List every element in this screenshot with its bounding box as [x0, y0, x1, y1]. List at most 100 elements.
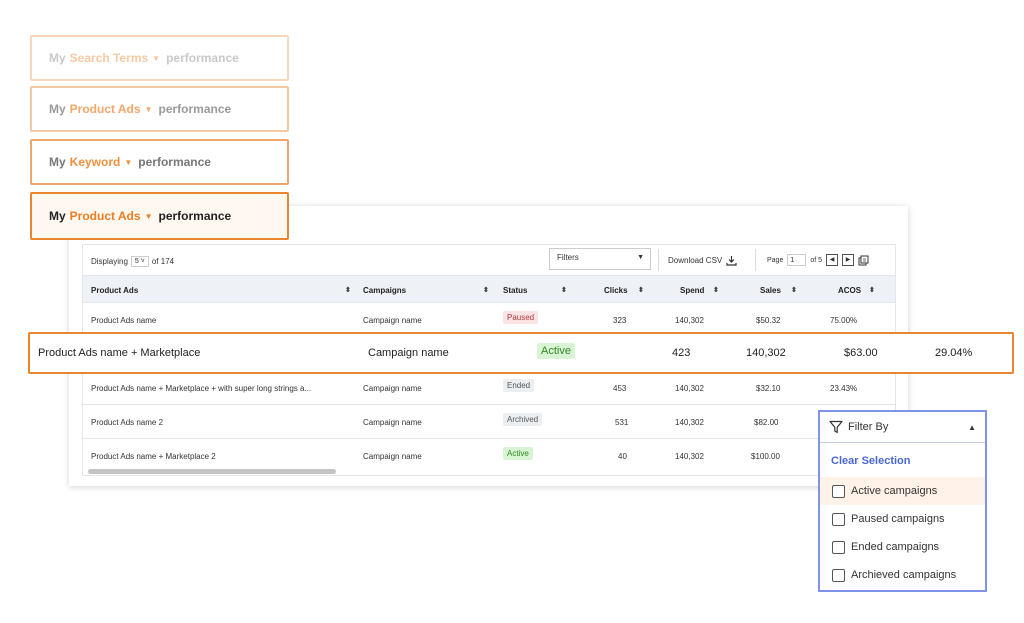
acos-value: 29.04%	[935, 347, 973, 359]
table-header: Product Ads ⬍ Campaigns ⬍ Status ⬍ Click…	[83, 275, 895, 303]
product-ad-name: Product Ads name 2	[91, 418, 164, 427]
filter-by-header[interactable]: Filter By ▲	[820, 412, 985, 443]
product-ad-name: Product Ads name + Marketplace 2	[91, 452, 216, 461]
filter-option-label: Active campaigns	[851, 485, 938, 497]
filter-option-paused[interactable]: Paused campaigns	[820, 505, 985, 533]
page-input[interactable]: 1	[787, 254, 807, 266]
spend-value: 140,302	[675, 418, 704, 427]
clear-selection-link[interactable]: Clear Selection	[820, 443, 985, 477]
table-row[interactable]: Product Ads name + Marketplace + with su…	[83, 371, 895, 405]
campaign-name: Campaign name	[363, 418, 422, 427]
highlighted-table-row[interactable]: Product Ads name + Marketplace Campaign …	[28, 332, 1014, 374]
sales-value: $32.10	[756, 384, 781, 393]
selector-type: Search Terms	[69, 51, 149, 65]
column-header-clicks[interactable]: Clicks	[604, 286, 628, 295]
horizontal-scrollbar[interactable]	[88, 469, 336, 474]
spend-value: 140,302	[675, 384, 704, 393]
filters-label: Filters	[557, 253, 579, 262]
chevron-down-icon: ▼	[152, 53, 161, 63]
performance-selector-product-ads[interactable]: My Product Ads ▼ performance	[30, 86, 289, 132]
campaign-name: Campaign name	[363, 316, 422, 325]
performance-selector-keyword[interactable]: My Keyword ▼ performance	[30, 139, 289, 185]
chevron-down-icon: ▼	[144, 211, 153, 221]
column-header-acos[interactable]: ACOS	[838, 286, 861, 295]
filter-option-label: Ended campaigns	[851, 541, 940, 553]
chevron-down-icon: ▼	[144, 104, 153, 114]
pagination: Page 1 of 5 ◀ ▶	[767, 254, 869, 266]
acos-value: 23.43%	[830, 384, 858, 393]
checkbox[interactable]	[832, 540, 845, 554]
divider	[755, 249, 756, 271]
status-badge: Active	[503, 447, 533, 460]
sort-icon[interactable]: ⬍	[483, 286, 489, 294]
selector-suffix: performance	[166, 51, 239, 65]
download-icon	[726, 256, 737, 266]
sort-icon[interactable]: ⬍	[638, 286, 644, 294]
sales-value: $82.00	[754, 418, 779, 427]
status-badge: Ended	[503, 379, 535, 392]
clicks-value: 453	[613, 384, 627, 393]
download-csv-button[interactable]: Download CSV	[668, 255, 737, 266]
sort-icon[interactable]: ⬍	[561, 286, 567, 294]
column-header-status[interactable]: Status	[503, 286, 527, 295]
clicks-value: 423	[672, 347, 691, 359]
clicks-value: 531	[615, 418, 629, 427]
sales-value: $63.00	[844, 347, 878, 359]
sales-value: $50.32	[756, 316, 781, 325]
selector-type: Product Ads	[69, 102, 141, 116]
selector-prefix: My	[49, 209, 66, 223]
total-count: of 174	[151, 257, 175, 266]
sort-icon[interactable]: ⬍	[713, 286, 719, 294]
spend-value: 140,302	[675, 452, 704, 461]
filter-option-archived[interactable]: Archieved campaigns	[820, 561, 985, 589]
page-count: of 5	[810, 256, 823, 264]
per-page-select[interactable]: 5 ˅	[130, 256, 149, 267]
selector-prefix: My	[49, 102, 66, 116]
product-ad-name: Product Ads name + Marketplace + with su…	[91, 384, 312, 393]
checkbox[interactable]	[832, 568, 845, 582]
spend-value: 140,302	[746, 347, 786, 359]
selector-suffix: performance	[158, 102, 232, 116]
checkbox[interactable]	[832, 484, 845, 498]
filter-option-label: Paused campaigns	[851, 513, 945, 525]
clicks-value: 40	[618, 452, 627, 461]
performance-selector-search-terms[interactable]: My Search Terms ▼ performance	[30, 35, 289, 81]
filter-option-label: Archieved campaigns	[851, 569, 957, 581]
next-page-button[interactable]: ▶	[842, 254, 855, 266]
sort-icon[interactable]: ⬍	[869, 286, 875, 294]
prev-page-button[interactable]: ◀	[826, 254, 839, 266]
selector-type: Product Ads	[69, 209, 141, 223]
product-ad-name: Product Ads name	[91, 316, 157, 325]
status-badge: Active	[537, 343, 575, 359]
column-header-campaigns[interactable]: Campaigns	[363, 286, 406, 295]
filter-option-ended[interactable]: Ended campaigns	[820, 533, 985, 561]
table-row[interactable]: Product Ads name 2 Campaign name Archive…	[83, 405, 895, 439]
table-row[interactable]: Product Ads name + Marketplace 2 Campaig…	[83, 439, 895, 473]
divider	[658, 249, 659, 271]
displaying-label: Displaying	[91, 257, 128, 266]
caret-up-icon: ▲	[968, 423, 976, 432]
campaign-name: Campaign name	[368, 347, 449, 359]
clicks-value: 323	[613, 316, 627, 325]
selector-suffix: performance	[158, 209, 232, 223]
filter-by-popup: Filter By ▲ Clear Selection Active campa…	[818, 410, 987, 592]
status-badge: Archived	[503, 413, 543, 426]
sort-icon[interactable]: ⬍	[791, 286, 797, 294]
spend-value: 140,302	[675, 316, 704, 325]
status-badge: Paused	[503, 311, 539, 324]
page-label: Page	[767, 256, 784, 264]
column-header-sales[interactable]: Sales	[760, 286, 781, 295]
sort-icon[interactable]: ⬍	[345, 286, 351, 294]
product-ad-name: Product Ads name + Marketplace	[38, 347, 201, 359]
checkbox[interactable]	[832, 512, 845, 526]
column-header-product-ads[interactable]: Product Ads	[91, 286, 138, 295]
filter-icon	[829, 420, 843, 434]
campaign-name: Campaign name	[363, 384, 422, 393]
column-header-spend[interactable]: Spend	[680, 286, 704, 295]
columns-settings-icon[interactable]	[858, 255, 869, 266]
performance-selector-product-ads-active[interactable]: My Product Ads ▼ performance	[30, 192, 289, 240]
filter-option-active[interactable]: Active campaigns	[820, 477, 985, 505]
download-label: Download CSV	[668, 256, 723, 265]
filters-select[interactable]: Filters ▼	[549, 248, 651, 270]
filter-by-title: Filter By	[848, 421, 889, 433]
